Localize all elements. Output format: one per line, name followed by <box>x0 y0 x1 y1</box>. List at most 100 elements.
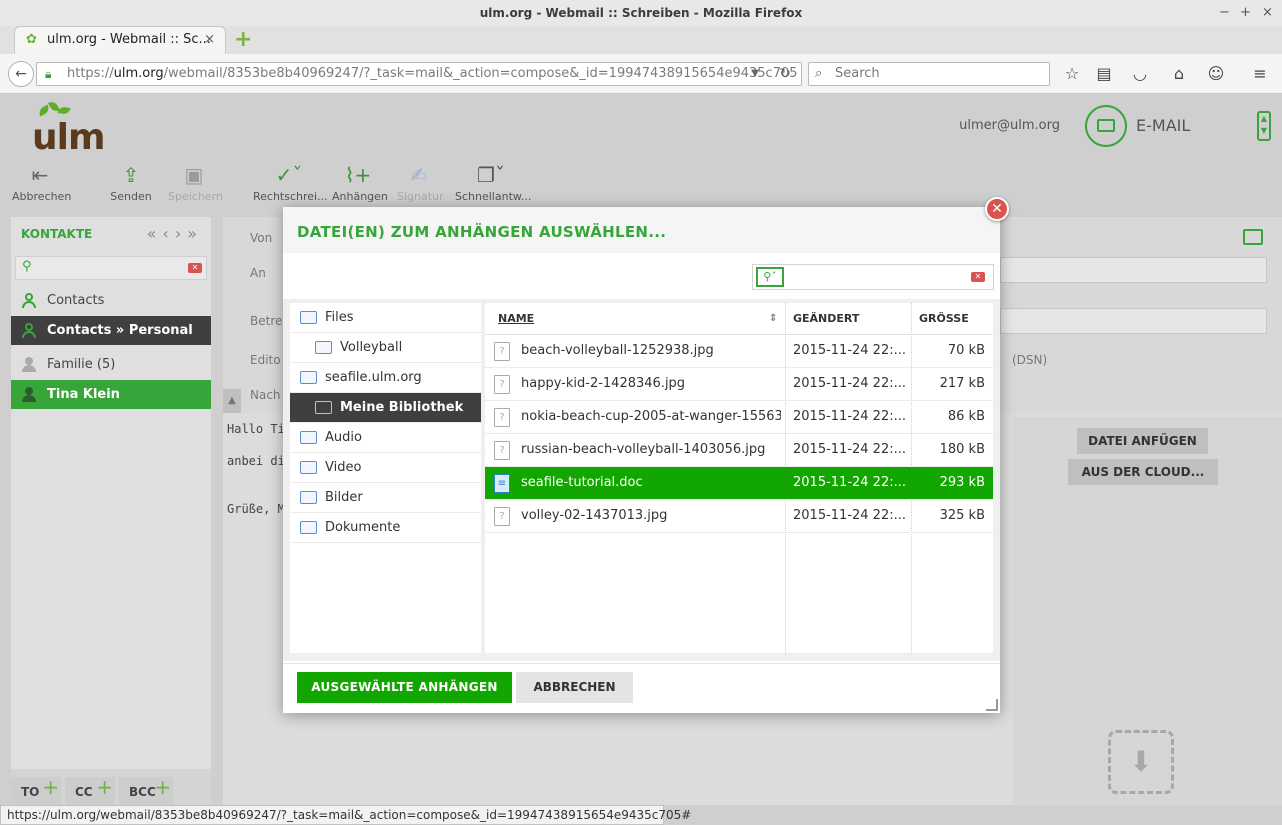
lock-icon: 🔒︎ <box>45 67 52 81</box>
search-placeholder: Search <box>835 66 880 81</box>
file-row[interactable]: ? happy-kid-2-1428346.jpg 2015-11-24 22:… <box>485 368 993 401</box>
file-name: beach-volleyball-1252938.jpg <box>521 343 714 358</box>
file-name: happy-kid-2-1428346.jpg <box>521 376 686 391</box>
bookmark-star-icon[interactable]: ☆ <box>1061 64 1083 84</box>
dialog-close-icon[interactable]: ✕ <box>985 197 1009 221</box>
folder-item[interactable]: Volleyball <box>290 333 481 363</box>
url-bar[interactable]: 🔒︎ https://ulm.org/webmail/8353be8b40969… <box>36 62 802 86</box>
image-file-icon: ? <box>494 342 510 361</box>
folder-label: seafile.ulm.org <box>325 370 422 385</box>
folder-item[interactable]: Audio <box>290 423 481 453</box>
file-size: 217 kB <box>939 376 985 391</box>
window-close-button[interactable]: × <box>1262 0 1273 26</box>
column-size-header[interactable]: GRÖSSE <box>919 303 969 335</box>
file-list: NAME ⇕ GEÄNDERT GRÖSSE ? beach-volleybal… <box>485 303 993 653</box>
file-changed: 2015-11-24 22:... <box>793 343 905 358</box>
status-bar: https://ulm.org/webmail/8353be8b40969247… <box>0 805 691 825</box>
dialog-title: DATEI(EN) ZUM ANHÄNGEN AUSWÄHLEN... <box>297 223 667 241</box>
column-name-header[interactable]: NAME <box>498 303 534 335</box>
folder-label: Volleyball <box>340 340 403 355</box>
file-picker-dialog: DATEI(EN) ZUM ANHÄNGEN AUSWÄHLEN... ✕ ⚲ˇ… <box>283 197 1009 713</box>
folder-icon <box>315 341 332 354</box>
folder-item[interactable]: seafile.ulm.org <box>290 363 481 393</box>
file-size: 86 kB <box>947 409 985 424</box>
folder-label: Dokumente <box>325 520 401 535</box>
column-changed-header[interactable]: GEÄNDERT <box>793 303 859 335</box>
audio-folder-icon <box>300 431 317 444</box>
folder-label: Meine Bibliothek <box>340 400 464 415</box>
folder-item[interactable]: Video <box>290 453 481 483</box>
file-changed: 2015-11-24 22:... <box>793 442 905 457</box>
folder-label: Video <box>325 460 362 475</box>
file-list-header: NAME ⇕ GEÄNDERT GRÖSSE <box>485 303 993 335</box>
folder-tree: Files Volleyball seafile.ulm.org Meine B… <box>290 303 481 653</box>
dialog-cancel-button[interactable]: ABBRECHEN <box>516 672 633 703</box>
tab-bar: ✿ ulm.org - Webmail :: Sc... × + <box>0 26 1282 54</box>
documents-folder-icon <box>300 521 317 534</box>
window-titlebar: ulm.org - Webmail :: Schreiben - Mozilla… <box>0 0 1282 26</box>
search-icon: ⌕ <box>815 66 823 81</box>
menu-icon[interactable]: ≡ <box>1249 64 1271 84</box>
minimize-button[interactable]: − <box>1219 0 1230 26</box>
image-file-icon: ? <box>494 507 510 526</box>
folder-label: Bilder <box>325 490 363 505</box>
reload-icon[interactable]: ↻ <box>779 63 791 85</box>
file-size: 293 kB <box>939 475 985 490</box>
file-size: 325 kB <box>939 508 985 523</box>
window-title: ulm.org - Webmail :: Schreiben - Mozilla… <box>479 6 803 20</box>
new-tab-plus-icon[interactable]: + <box>234 29 254 51</box>
folder-icon <box>300 311 317 324</box>
browser-tab[interactable]: ✿ ulm.org - Webmail :: Sc... × <box>14 26 226 54</box>
file-changed: 2015-11-24 22:... <box>793 508 905 523</box>
chat-icon[interactable]: ☺ <box>1205 64 1227 84</box>
url-prefix: https:// <box>67 66 114 81</box>
folder-item-selected[interactable]: Meine Bibliothek <box>290 393 481 423</box>
video-folder-icon <box>300 461 317 474</box>
image-file-icon: ? <box>494 408 510 427</box>
resize-grip-icon[interactable] <box>986 699 998 711</box>
file-name: volley-02-1437013.jpg <box>521 508 668 523</box>
file-name: seafile-tutorial.doc <box>521 475 643 490</box>
folder-item[interactable]: Dokumente <box>290 513 481 543</box>
url-domain: ulm.org <box>113 66 164 81</box>
search-options-icon[interactable]: ⚲ˇ <box>756 267 784 287</box>
file-search-input[interactable]: ⚲ˇ ✕ <box>752 264 994 290</box>
file-row[interactable]: ? russian-beach-volleyball-1403056.jpg 2… <box>485 434 993 467</box>
attach-selected-button[interactable]: AUSGEWÄHLTE ANHÄNGEN <box>297 672 512 703</box>
navigation-bar: ← 🔒︎ https://ulm.org/webmail/8353be8b409… <box>0 54 1282 94</box>
file-row[interactable]: ? nokia-beach-cup-2005-at-wanger-15563..… <box>485 401 993 434</box>
pocket-icon[interactable]: ◡ <box>1129 64 1151 84</box>
image-folder-icon <box>300 491 317 504</box>
browser-search-input[interactable]: ⌕ Search <box>808 62 1050 86</box>
file-row[interactable]: ? volley-02-1437013.jpg 2015-11-24 22:..… <box>485 500 993 533</box>
dialog-panes: Files Volleyball seafile.ulm.org Meine B… <box>283 299 1000 661</box>
sort-icon[interactable]: ⇕ <box>769 303 777 335</box>
file-row-selected[interactable]: ≡ seafile-tutorial.doc 2015-11-24 22:...… <box>485 467 993 500</box>
url-dropdown-icon[interactable]: ▼ <box>751 63 759 85</box>
file-size: 180 kB <box>939 442 985 457</box>
file-changed: 2015-11-24 22:... <box>793 376 905 391</box>
file-name: russian-beach-volleyball-1403056.jpg <box>521 442 766 457</box>
file-size: 70 kB <box>947 343 985 358</box>
folder-label: Audio <box>325 430 362 445</box>
image-file-icon: ? <box>494 375 510 394</box>
document-file-icon: ≡ <box>494 474 510 493</box>
folder-icon <box>315 401 332 414</box>
home-icon[interactable]: ⌂ <box>1168 64 1190 84</box>
file-changed: 2015-11-24 22:... <box>793 475 905 490</box>
back-arrow-icon[interactable]: ← <box>8 61 34 87</box>
folder-icon <box>300 371 317 384</box>
dialog-footer: AUSGEWÄHLTE ANHÄNGEN ABBRECHEN <box>283 663 1000 713</box>
file-name: nokia-beach-cup-2005-at-wanger-15563... <box>521 409 781 424</box>
tab-close-icon[interactable]: × <box>204 27 215 53</box>
file-row[interactable]: ? beach-volleyball-1252938.jpg 2015-11-2… <box>485 335 993 368</box>
folder-item[interactable]: Bilder <box>290 483 481 513</box>
maximize-button[interactable]: + <box>1240 0 1251 26</box>
folder-item[interactable]: Files <box>290 303 481 333</box>
image-file-icon: ? <box>494 441 510 460</box>
file-changed: 2015-11-24 22:... <box>793 409 905 424</box>
folder-label: Files <box>325 310 354 325</box>
tab-label: ulm.org - Webmail :: Sc... <box>47 32 211 47</box>
reading-list-icon[interactable]: ▤ <box>1093 64 1115 84</box>
clear-search-icon[interactable]: ✕ <box>971 272 985 282</box>
